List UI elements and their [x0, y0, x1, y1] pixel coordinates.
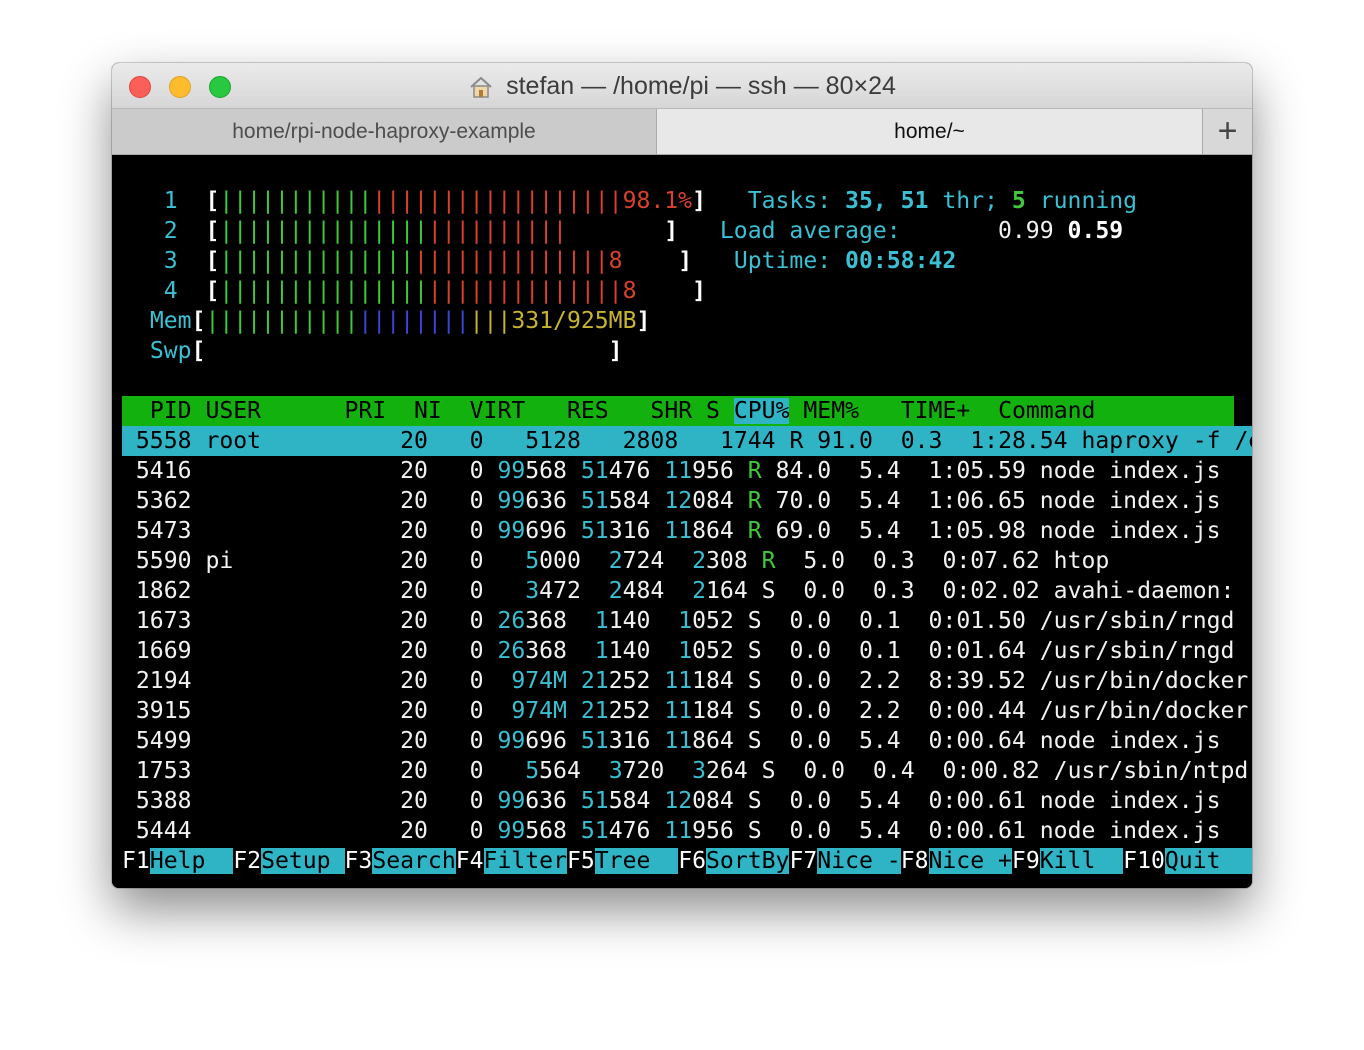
swap-meter: Swp[ ] — [149, 338, 623, 364]
f2-setup-key[interactable]: F2Setup — [233, 848, 345, 874]
f6-sortby-key[interactable]: F6SortBy — [678, 848, 790, 874]
title-bar[interactable]: stefan — /home/pi — ssh — 80×24 — [112, 63, 1252, 109]
cpu-meter-2: 2 [||||||||||||||||||||||||| ] Load aver… — [163, 218, 1124, 244]
f9-kill-key[interactable]: F9Kill — [1012, 848, 1124, 874]
new-tab-button[interactable]: + — [1202, 109, 1252, 154]
function-key-bar: F1Help F2Setup F3SearchF4FilterF5Tree F6… — [122, 846, 1252, 876]
home-icon — [470, 76, 492, 98]
selected-process-row[interactable]: 5558 root 20 0 5128 2808 1744 R 91.0 0.3… — [122, 426, 1252, 456]
htop-screen: 1 [|||||||||||||||||||||||||||||98.1%] T… — [122, 186, 1252, 876]
tab-home[interactable]: home/~ — [657, 109, 1202, 154]
table-row[interactable]: 5416 20 0 99568 51476 11956 R 84.0 5.4 1… — [122, 456, 1252, 486]
cpu-meter-3: 3 [||||||||||||||||||||||||||||8 ] Uptim… — [163, 248, 957, 274]
table-row[interactable]: 5362 20 0 99636 51584 12084 R 70.0 5.4 1… — [122, 486, 1252, 516]
table-row[interactable]: 5388 20 0 99636 51584 12084 S 0.0 5.4 0:… — [122, 786, 1252, 816]
table-row[interactable]: 2194 20 0 974M 21252 11184 S 0.0 2.2 8:3… — [122, 666, 1252, 696]
window-title-area: stefan — /home/pi — ssh — 80×24 — [112, 63, 1252, 109]
f3-search-key[interactable]: F3Search — [345, 848, 456, 874]
window-title: stefan — /home/pi — ssh — 80×24 — [506, 71, 896, 100]
table-row[interactable]: 5499 20 0 99696 51316 11864 S 0.0 5.4 0:… — [122, 726, 1252, 756]
terminal-content[interactable]: 1 [|||||||||||||||||||||||||||||98.1%] T… — [112, 155, 1252, 888]
table-row[interactable]: 1753 20 0 5564 3720 3264 S 0.0 0.4 0:00.… — [122, 756, 1252, 786]
f10-quit-key[interactable]: F10Quit — [1123, 848, 1252, 874]
table-row[interactable]: 1673 20 0 26368 1140 1052 S 0.0 0.1 0:01… — [122, 606, 1252, 636]
table-row[interactable]: 5473 20 0 99696 51316 11864 R 69.0 5.4 1… — [122, 516, 1252, 546]
mem-meter: Mem[||||||||||||||||||||||331/925MB] — [149, 308, 651, 334]
table-row[interactable]: 1669 20 0 26368 1140 1052 S 0.0 0.1 0:01… — [122, 636, 1252, 666]
f4-filter-key[interactable]: F4Filter — [456, 848, 567, 874]
table-row[interactable]: 1862 20 0 3472 2484 2164 S 0.0 0.3 0:02.… — [122, 576, 1252, 606]
cpu-meter-4: 4 [|||||||||||||||||||||||||||||8 ] — [163, 278, 706, 304]
table-row[interactable]: 3915 20 0 974M 21252 11184 S 0.0 2.2 0:0… — [122, 696, 1252, 726]
table-row[interactable]: 5558 root 20 0 5128 2808 1744 R 91.0 0.3… — [122, 426, 1252, 456]
cpu-meter-1: 1 [|||||||||||||||||||||||||||||98.1%] T… — [163, 188, 1138, 214]
tab-rpi-node-haproxy-example[interactable]: home/rpi-node-haproxy-example — [112, 109, 657, 154]
table-row[interactable]: 5590 pi 20 0 5000 2724 2308 R 5.0 0.3 0:… — [122, 546, 1252, 576]
tab-bar: home/rpi-node-haproxy-example home/~ + — [112, 109, 1252, 155]
f5-tree-key[interactable]: F5Tree — [567, 848, 679, 874]
f1-help-key[interactable]: F1Help — [122, 848, 234, 874]
table-row[interactable]: 5444 20 0 99568 51476 11956 S 0.0 5.4 0:… — [122, 816, 1252, 846]
terminal-window: stefan — /home/pi — ssh — 80×24 home/rpi… — [112, 63, 1252, 888]
f8-nice-plus-key[interactable]: F8Nice + — [901, 848, 1012, 874]
f7-nice-minus-key[interactable]: F7Nice - — [789, 848, 901, 874]
process-table-header[interactable]: PID USER PRI NI VIRT RES SHR S CPU% MEM%… — [122, 396, 1252, 426]
